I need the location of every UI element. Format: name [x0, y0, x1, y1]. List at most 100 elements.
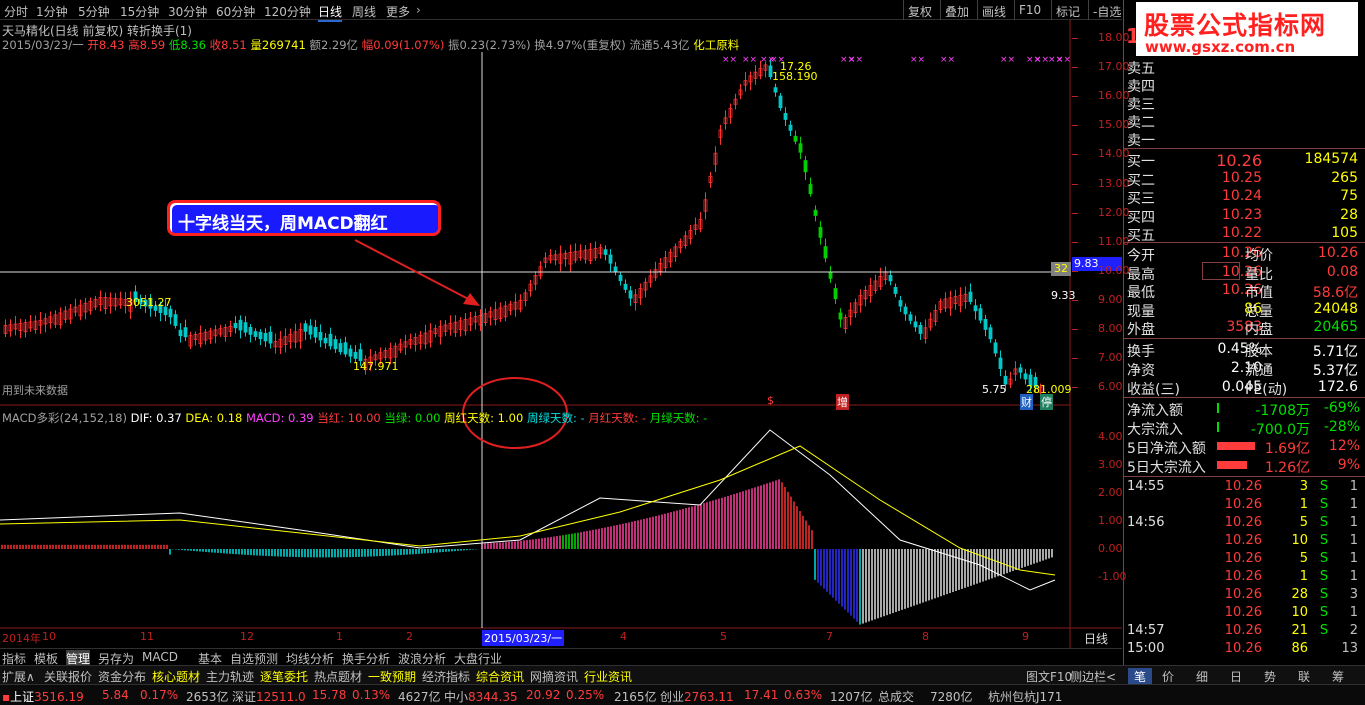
right-panel-tab[interactable]: 笔: [1128, 668, 1153, 685]
sh-index[interactable]: ▪上证3516.19: [2, 688, 84, 705]
signal-mark: ××: [910, 55, 925, 65]
price-tick-mark: [1072, 183, 1078, 185]
tick-side: S: [1319, 515, 1329, 530]
tick-count: 1: [1349, 533, 1358, 548]
event-marker[interactable]: 财: [1020, 394, 1033, 410]
macd-dang-lv: 当绿: 0.00: [384, 411, 441, 425]
extended-tab[interactable]: 经济指标: [422, 668, 470, 685]
candlestick-series: ×× ×× ×××× ×××× ×× ×× ×× ××××××××: [3, 55, 1071, 397]
tick-side: S: [1319, 587, 1329, 602]
price-tick-mark: [1072, 96, 1078, 98]
axis-month: 2: [406, 630, 413, 643]
extended-tab[interactable]: 扩展∧: [2, 668, 35, 685]
stat-value: 5.71亿: [1312, 344, 1358, 360]
extended-tab[interactable]: 热点题材: [314, 668, 362, 685]
tick-volume: 1: [1299, 569, 1308, 584]
divider: [1124, 338, 1365, 339]
candle-body: [893, 286, 898, 294]
extended-tab[interactable]: 关联报价: [44, 668, 92, 685]
tick-volume: 10: [1291, 605, 1308, 620]
sz-change: 15.78: [312, 688, 347, 702]
candle-body: [608, 254, 613, 264]
candle-body: [818, 227, 823, 238]
time-axis: 2014年 10 11 12 1 2 2015/03/23/一 4 5 7 8 …: [0, 630, 1122, 647]
extended-tab[interactable]: 主力轨迹: [206, 668, 254, 685]
stat-value: 58.6亿: [1312, 285, 1358, 301]
total-amount: 7280亿: [930, 690, 973, 704]
tick-volume: 28: [1291, 587, 1308, 602]
right-panel-tab[interactable]: 筹: [1332, 668, 1344, 685]
cy-pct: 0.63%: [784, 688, 823, 702]
macd-indicator-line: MACD多彩(24,152,18) DIF: 0.37 DEA: 0.18 MA…: [2, 410, 707, 426]
candle-body: [773, 87, 778, 93]
candle-body: [268, 331, 273, 344]
candle-body: [173, 314, 178, 326]
extended-tab[interactable]: 行业资讯: [584, 668, 632, 685]
buy-volume: 105: [1331, 225, 1358, 241]
annotation-callout: 十字线当天，周MACD翻红: [167, 200, 441, 236]
signal-mark: ××: [742, 55, 757, 65]
tick-volume: 3: [1299, 479, 1308, 494]
right-panel-tab[interactable]: 联: [1298, 668, 1310, 685]
chart-canvas[interactable]: ×× ×× ×××× ×××× ×× ×× ×× ××××××××: [0, 0, 1122, 648]
candle-body: [978, 308, 983, 321]
event-marker[interactable]: 停: [1040, 394, 1053, 410]
right-panel-tab[interactable]: 细: [1196, 668, 1208, 685]
divider: [1124, 476, 1365, 477]
stat-label: 最低: [1127, 285, 1155, 301]
candle-body: [628, 290, 633, 299]
extended-tab[interactable]: 逐笔委托: [260, 668, 308, 685]
macd-dang-hong: 当红: 10.00: [317, 411, 381, 425]
candle-body: [603, 249, 608, 255]
cy-index[interactable]: 创业2763.11: [660, 688, 734, 705]
flow-value: -1708万: [1255, 403, 1310, 419]
tick-price: 10.26: [1224, 497, 1262, 512]
stat-value: 172.6: [1317, 379, 1358, 395]
buy-price: 10.26: [1216, 151, 1262, 170]
panel-toggle[interactable]: 图文F10: [1026, 668, 1072, 685]
stat-value: 10.26: [1317, 245, 1358, 261]
sz-index[interactable]: 深证12511.0: [232, 688, 306, 705]
extended-tab[interactable]: 综合资讯: [476, 668, 524, 685]
price-tick-mark: [1072, 270, 1078, 272]
tick-count: 1: [1349, 605, 1358, 620]
event-marker[interactable]: $: [767, 394, 774, 407]
right-panel-tab[interactable]: 价: [1162, 668, 1174, 685]
right-panel-tab[interactable]: 势: [1264, 668, 1276, 685]
stat-label: 最高: [1127, 266, 1155, 283]
tick-volume: 21: [1291, 623, 1308, 638]
price-tick: 14.00: [1098, 147, 1130, 161]
extended-tab[interactable]: 资金分布: [98, 668, 146, 685]
candle-body: [788, 124, 793, 131]
macd-name[interactable]: MACD多彩(24,152,18): [2, 411, 127, 425]
sz-amount: 4627亿: [398, 690, 441, 704]
macd-yue-hong: 月红天数: -: [588, 411, 646, 425]
candle-body: [838, 312, 843, 320]
event-marker[interactable]: 增: [836, 394, 849, 410]
tick-side: S: [1319, 479, 1329, 494]
tick-time: 14:55: [1127, 479, 1165, 494]
tick-side: S: [1319, 497, 1329, 512]
candle-body: [968, 291, 973, 302]
stat-label: 现量: [1127, 303, 1155, 320]
price-tick-mark: [1072, 358, 1078, 360]
price-tick-mark: [1072, 387, 1078, 389]
tick-price: 10.26: [1224, 479, 1262, 494]
indicator-tab[interactable]: MACD: [142, 650, 178, 664]
zx-index[interactable]: 中小8344.35: [444, 688, 518, 705]
panel-toggle[interactable]: 侧边栏<: [1070, 668, 1116, 685]
right-panel-tab[interactable]: 日: [1230, 668, 1242, 685]
macd-histogram: [1, 479, 1053, 625]
flow-label: 5日大宗流入: [1127, 460, 1206, 476]
candle-body: [1023, 373, 1028, 380]
tick-count: 1: [1349, 569, 1358, 584]
extended-tab[interactable]: 核心题材: [152, 668, 200, 685]
extended-tab[interactable]: 网摘资讯: [530, 668, 578, 685]
extended-tab[interactable]: 一致预期: [368, 668, 416, 685]
candle-body: [623, 283, 628, 290]
tick-volume: 10: [1291, 533, 1308, 548]
tick-volume: 86: [1291, 641, 1308, 656]
cy-change: 17.41: [744, 688, 779, 702]
candle-body: [238, 319, 243, 331]
location: 杭州包杭J171: [988, 690, 1063, 704]
